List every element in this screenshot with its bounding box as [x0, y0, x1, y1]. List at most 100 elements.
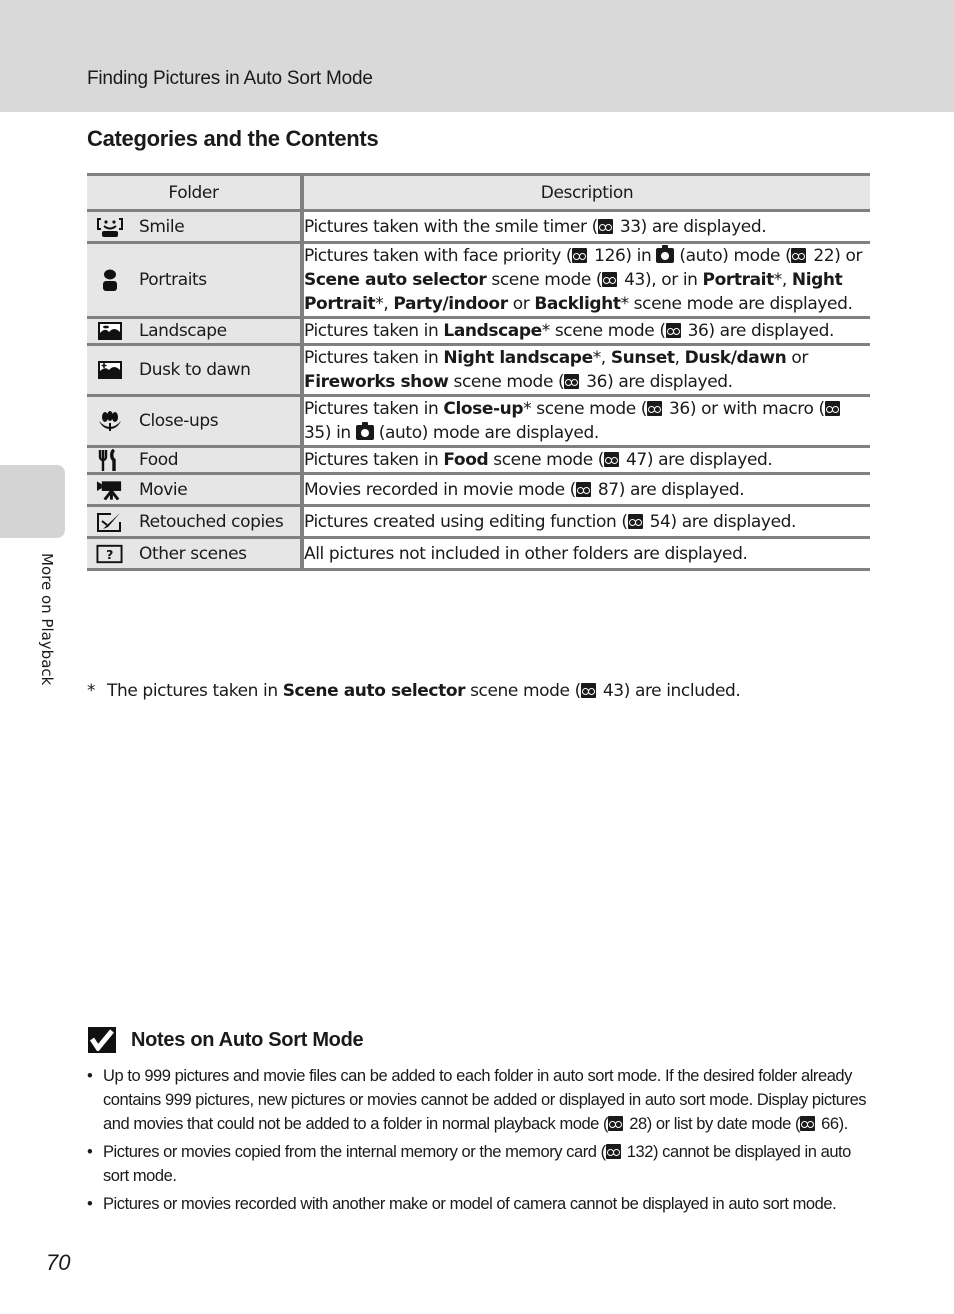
folder-cell: Portraits [87, 241, 304, 319]
table-row: Landscape Pictures taken in Landscape* sc… [87, 316, 870, 346]
page-reference-icon [800, 1116, 816, 1131]
note-item: • Pictures or movies copied from the inte… [87, 1140, 877, 1188]
page-reference-number[interactable]: 43 [619, 270, 645, 290]
page-reference-icon [627, 513, 643, 529]
folder-name: Retouched copies [139, 511, 284, 532]
note-item: • Pictures or movies recorded with anothe… [87, 1192, 877, 1216]
table-row: Retouched copies Pictures created using e… [87, 504, 870, 539]
table-row: Portraits Pictures taken with face priori… [87, 241, 870, 319]
page-reference-number[interactable]: 66 [817, 1115, 839, 1133]
folder-name: Other scenes [139, 543, 247, 564]
page-reference-number[interactable]: 35 [304, 423, 325, 443]
page-reference-icon [824, 401, 840, 416]
bold-term: Backlight [534, 294, 621, 314]
portrait-icon [96, 269, 123, 291]
table-row: Movie Movies recorded in movie mode ( 87)… [87, 472, 870, 507]
folder-cell: Smile [87, 209, 304, 244]
page-reference-number[interactable]: 36 [581, 372, 607, 392]
close-up-icon [96, 410, 123, 432]
smile-icon [96, 216, 123, 238]
footnote-marker: * [87, 681, 96, 701]
table-row: Food Pictures taken in Food scene mode ( … [87, 445, 870, 475]
folder-cell: Close-ups [87, 394, 304, 448]
page-reference-number[interactable]: 47 [621, 450, 647, 470]
notes-heading: Notes on Auto Sort Mode [88, 1027, 364, 1053]
page-reference-icon [604, 452, 620, 467]
bold-term: Sunset [610, 348, 675, 368]
bold-term: Night landscape [443, 348, 593, 368]
description-cell: Pictures taken in Night landscape*, Suns… [302, 343, 870, 397]
page-reference-number[interactable]: 126 [589, 246, 626, 266]
description-cell: Movies recorded in movie mode ( 87) are … [302, 472, 870, 507]
folder-name: Portraits [139, 270, 207, 290]
other-scenes-icon: ? [96, 543, 123, 565]
dusk-to-dawn-icon [96, 359, 123, 381]
bold-term: Dusk/dawn [684, 348, 787, 368]
bullet-icon: • [87, 1067, 93, 1085]
bold-term: Landscape [443, 321, 542, 341]
description-cell: Pictures taken with the smile timer ( 33… [302, 209, 870, 244]
page-reference-number[interactable]: 43 [598, 681, 624, 701]
landscape-icon [96, 320, 123, 342]
categories-table: Folder Description Smile Pictures taken w… [87, 173, 870, 571]
movie-icon [96, 479, 123, 501]
folder-name: Dusk to dawn [139, 360, 251, 380]
page-reference-icon [605, 1144, 621, 1159]
folder-cell: Movie [87, 472, 304, 507]
bold-term: Portrait [702, 270, 775, 290]
page-reference-icon [647, 401, 663, 416]
auto-mode-camera-icon [355, 422, 374, 440]
bold-term: Scene auto selector [282, 681, 466, 701]
page-reference-icon [602, 272, 618, 287]
running-head: Finding Pictures in Auto Sort Mode [87, 68, 373, 89]
page-reference-icon [597, 218, 613, 234]
page-reference-icon [580, 683, 596, 698]
column-header-folder: Folder [87, 173, 304, 212]
page-reference-number[interactable]: 36 [664, 399, 690, 419]
retouch-icon [96, 511, 123, 533]
description-cell: All pictures not included in other folde… [302, 536, 870, 571]
folder-cell: Dusk to dawn [87, 343, 304, 397]
food-icon [96, 449, 123, 471]
page-reference-icon [791, 248, 807, 263]
page-reference-number[interactable]: 54 [645, 512, 671, 532]
table-row: ? Other scenes All pictures not included i… [87, 536, 870, 571]
page-reference-icon [608, 1116, 624, 1131]
description-cell: Pictures taken in Landscape* scene mode … [302, 316, 870, 346]
page-reference-number[interactable]: 22 [808, 246, 834, 266]
description-cell: Pictures taken in Food scene mode ( 47) … [302, 445, 870, 475]
page-number: 70 [46, 1250, 71, 1275]
folder-cell: Retouched copies [87, 504, 304, 539]
folder-name: Close-ups [139, 411, 219, 431]
table-row: Close-ups Pictures taken in Close-up* sce… [87, 394, 870, 448]
folder-name: Smile [139, 216, 185, 237]
footnote: * The pictures taken in Scene auto select… [87, 681, 741, 701]
folder-name: Landscape [139, 321, 227, 341]
table-row: Dusk to dawn Pictures taken in Night land… [87, 343, 870, 397]
page-reference-number[interactable]: 132 [623, 1143, 654, 1161]
bold-term: Fireworks show [304, 372, 449, 392]
folder-name: Movie [139, 479, 188, 500]
bold-term: Scene auto selector [304, 270, 487, 290]
page-reference-number[interactable]: 36 [683, 321, 709, 341]
chapter-tab[interactable] [0, 465, 65, 538]
footnote-text: The pictures taken in Scene auto selecto… [107, 681, 741, 701]
table-header-row: Folder Description [87, 173, 870, 212]
bold-term: Close-up [443, 399, 524, 419]
folder-cell: Food [87, 445, 304, 475]
page-reference-icon [665, 323, 681, 338]
page-reference-number[interactable]: 87 [593, 480, 619, 500]
folder-cell: ? Other scenes [87, 536, 304, 571]
header-band [0, 0, 954, 112]
page-reference-number[interactable]: 28 [625, 1115, 647, 1133]
bold-term: Party/indoor [393, 294, 508, 314]
page-reference-icon [572, 248, 588, 263]
folder-name: Food [139, 450, 179, 470]
description-cell: Pictures taken with face priority ( 126)… [302, 241, 870, 319]
page-reference-icon [575, 481, 591, 497]
page-reference-number[interactable]: 33 [615, 217, 641, 237]
note-item: • Up to 999 pictures and movie files can … [87, 1064, 877, 1136]
auto-mode-camera-icon [656, 245, 675, 263]
column-header-description: Description [302, 173, 870, 212]
notes-list: • Up to 999 pictures and movie files can … [87, 1064, 877, 1220]
